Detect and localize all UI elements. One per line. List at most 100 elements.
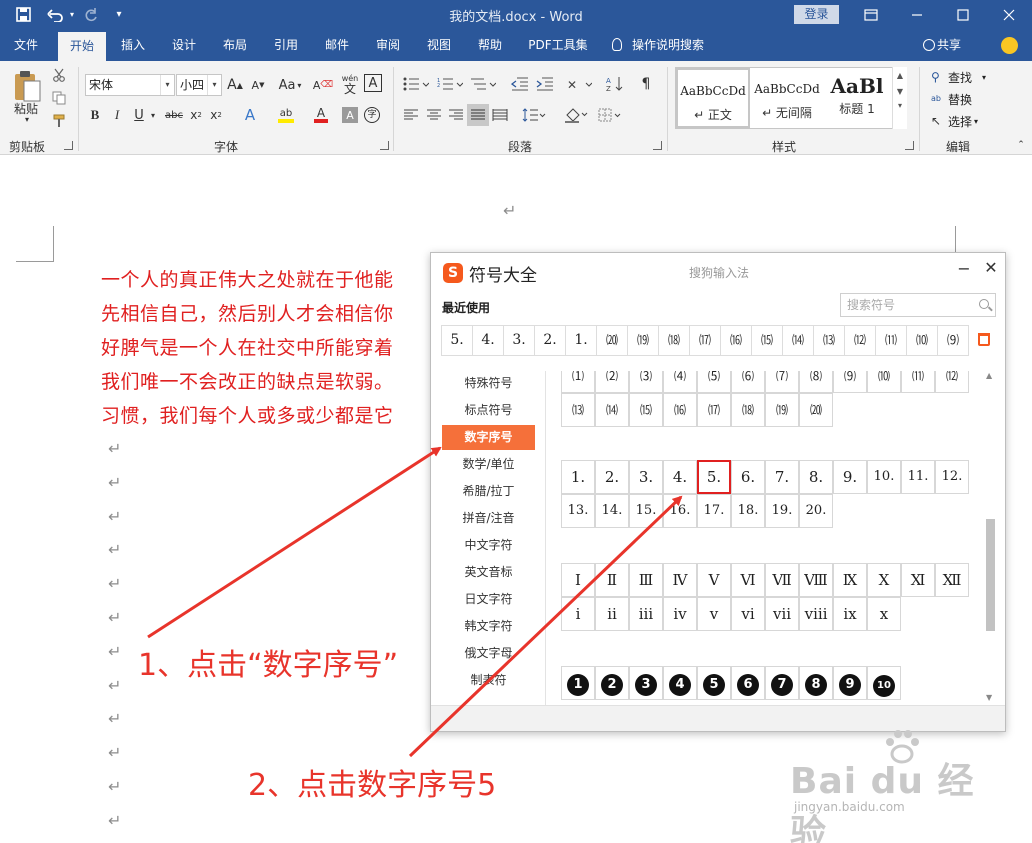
recent-symbol[interactable]: 2. [535,325,566,356]
symbol-cell[interactable]: Ⅷ [799,563,833,597]
maximize-icon[interactable] [940,0,986,29]
symbol-cell[interactable]: ⅶ [765,597,799,631]
symbol-cell[interactable]: ⑾ [901,371,935,393]
symbol-cell[interactable]: Ⅰ [561,563,595,597]
recent-symbol[interactable]: ⑿ [845,325,876,356]
symbol-cell[interactable]: ⒁ [595,393,629,427]
symbol-cell[interactable]: 8. [799,460,833,494]
category-pinyin[interactable]: 拼音/注音 [442,506,535,531]
symbol-cell[interactable]: 20. [799,494,833,528]
style-heading-1[interactable]: AaBl 标题 1 [824,68,890,128]
symbol-cell[interactable]: ⒆ [765,393,799,427]
scroll-thumb[interactable] [986,519,995,631]
symbol-cell[interactable]: 18. [731,494,765,528]
symbol-cell[interactable]: ⅹ [867,597,901,631]
symbol-cell[interactable]: ⒅ [731,393,765,427]
symbol-cell[interactable]: 5 [697,666,731,700]
symbol-cell[interactable]: ⅸ [833,597,867,631]
symbol-grid-scrollbar[interactable]: ▲ ▼ [984,371,996,705]
category-math-units[interactable]: 数学/单位 [442,452,535,477]
symbol-cell[interactable]: ⅰ [561,597,595,631]
underline-icon[interactable]: U [130,104,148,126]
symbol-cell[interactable]: ⑹ [731,371,765,393]
category-english-phonetic[interactable]: 英文音标 [442,560,535,585]
select-button[interactable]: ↖ 选择 ▾ [931,111,978,131]
symbol-cell[interactable]: 14. [595,494,629,528]
symbol-cell[interactable]: 9. [833,460,867,494]
symbol-cell[interactable]: Ⅲ [629,563,663,597]
font-launcher-icon[interactable] [380,141,389,150]
symbol-cell[interactable]: 4 [663,666,697,700]
recent-symbol[interactable]: 1. [566,325,597,356]
category-number-sequence[interactable]: 数字序号 [442,425,535,450]
numbering-icon[interactable]: 12 [435,73,465,95]
tab-pdf-tools[interactable]: PDF工具集 [522,29,594,61]
symbol-cell[interactable]: ⑷ [663,371,697,393]
symbol-cell[interactable]: 10. [867,460,901,494]
symbol-cell[interactable]: 16. [663,494,697,528]
symbol-cell[interactable]: Ⅵ [731,563,765,597]
style-no-spacing[interactable]: AaBbCcDd ↵ 无间隔 [752,68,822,128]
clear-format-icon[interactable]: A ⌫ [313,74,333,96]
collapse-ribbon-icon[interactable]: ⌃ [1014,139,1028,151]
tab-mailings[interactable]: 邮件 [317,29,357,61]
decrease-indent-icon[interactable] [509,73,531,95]
symbol-cell[interactable]: ⑿ [935,371,969,393]
symbol-cell[interactable]: 6 [731,666,765,700]
symbol-cell[interactable]: ⅵ [731,597,765,631]
symbol-cell[interactable]: ⒄ [697,393,731,427]
clipboard-launcher-icon[interactable] [64,141,73,150]
symbol-cell[interactable]: ⑶ [629,371,663,393]
symbol-cell[interactable]: 2. [595,460,629,494]
font-color-icon[interactable]: A [308,104,334,126]
symbol-cell[interactable]: ⑸ [697,371,731,393]
symbol-cell[interactable]: 17. [697,494,731,528]
font-size-combo[interactable]: 小四 ▾ [176,74,222,96]
chevron-up-icon[interactable]: ▲ [986,371,992,380]
highlight-icon[interactable]: ab [272,104,300,126]
tab-references[interactable]: 引用 [266,29,306,61]
change-case-button[interactable]: Aa ▾ [276,74,304,96]
tab-insert[interactable]: 插入 [113,29,153,61]
find-button[interactable]: ⚲ 查找 ▾ [931,67,986,87]
justify-icon[interactable] [467,104,489,126]
recent-symbol[interactable]: ⒆ [628,325,659,356]
category-box-drawing[interactable]: 制表符 [442,668,535,693]
sort-icon[interactable]: AZ [604,73,626,95]
styles-launcher-icon[interactable] [905,141,914,150]
category-chinese-chars[interactable]: 中文字符 [442,533,535,558]
recent-symbol[interactable]: ⒅ [659,325,690,356]
document-scrollbar[interactable] [1014,156,1032,843]
recent-symbol[interactable]: ⒇ [597,325,628,356]
increase-indent-icon[interactable] [534,73,556,95]
category-punctuation[interactable]: 标点符号 [442,398,535,423]
tab-help[interactable]: 帮助 [470,29,510,61]
font-name-combo[interactable]: 宋体 ▾ [85,74,175,96]
symbol-cell[interactable]: ⅴ [697,597,731,631]
symbol-cell[interactable]: 19. [765,494,799,528]
category-japanese[interactable]: 日文字符 [442,587,535,612]
symbol-cell[interactable]: ⑽ [867,371,901,393]
symbol-cell[interactable]: ⒇ [799,393,833,427]
subscript-icon[interactable]: x2 [188,104,204,126]
symbol-cell[interactable]: 1. [561,460,595,494]
paste-dropdown-icon[interactable]: ▾ [20,113,34,125]
symbol-cell[interactable]: Ⅶ [765,563,799,597]
text-effects-icon[interactable]: A [240,104,260,126]
symbol-cell[interactable]: 12. [935,460,969,494]
symbol-cell[interactable]: Ⅳ [663,563,697,597]
tab-design[interactable]: 设计 [164,29,204,61]
recent-symbol[interactable]: ⒂ [752,325,783,356]
dialog-minimize-icon[interactable]: − [957,259,971,278]
chevron-up-icon[interactable]: ▲ [893,71,907,80]
align-left-icon[interactable] [401,104,421,126]
symbol-cell[interactable]: 10 [867,666,901,700]
symbol-cell[interactable]: 2 [595,666,629,700]
shrink-font-icon[interactable]: A ▼ [249,74,267,96]
search-icon[interactable] [979,299,989,309]
symbol-cell[interactable]: 7 [765,666,799,700]
italic-icon[interactable]: I [108,104,126,126]
align-center-icon[interactable] [424,104,444,126]
close-icon[interactable] [986,0,1032,29]
recent-symbol[interactable]: ⒃ [721,325,752,356]
